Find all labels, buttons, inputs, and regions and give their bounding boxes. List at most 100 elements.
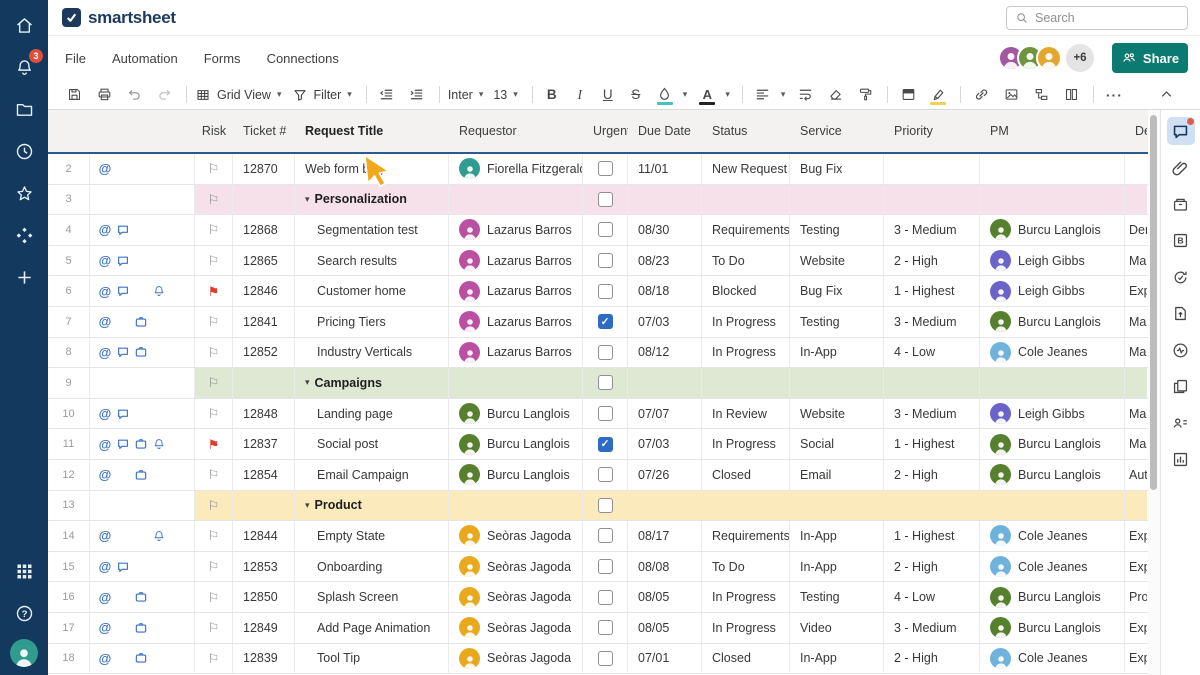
risk-cell[interactable]: ⚐ (195, 459, 233, 490)
risk-cell[interactable]: ⚐ (195, 612, 233, 643)
ticket-cell[interactable]: 12837 (233, 429, 295, 459)
italic-button[interactable]: I (569, 83, 591, 107)
flag-icon[interactable]: ⚐ (208, 529, 220, 542)
urgent-checkbox[interactable] (597, 559, 613, 575)
column-header-request-title[interactable]: Request Title (295, 124, 449, 138)
row-number-cell[interactable]: 13 (48, 490, 90, 521)
service-cell[interactable]: Bug Fix (790, 276, 884, 306)
requestor-cell[interactable]: Seòras Jagoda (449, 643, 583, 674)
service-cell[interactable]: Video (790, 612, 884, 643)
wrap-text-button[interactable] (793, 83, 817, 107)
align-button[interactable] (751, 83, 775, 107)
flag-icon[interactable]: ⚐ (208, 621, 220, 634)
activity-log-panel-button[interactable] (1167, 336, 1195, 364)
requestor-cell[interactable]: Burcu Langlois (449, 398, 583, 429)
request-title-cell[interactable]: Landing page (295, 398, 449, 429)
card-settings-button[interactable] (896, 83, 920, 107)
service-cell[interactable]: Testing (790, 582, 884, 612)
department-cell[interactable] (1125, 154, 1147, 184)
row-number-cell[interactable]: 8 (48, 337, 90, 368)
pm-cell[interactable]: Leigh Gibbs (980, 245, 1125, 276)
risk-cell[interactable]: ⚐ (195, 306, 233, 337)
attachment-icon[interactable]: @ (99, 222, 112, 237)
attachment-icon[interactable]: @ (99, 528, 112, 543)
pm-cell[interactable]: Cole Jeanes (980, 337, 1125, 368)
proof-icon[interactable] (134, 468, 148, 482)
service-cell[interactable]: Website (790, 245, 884, 276)
request-title-cell[interactable]: ▾ Personalization (295, 184, 449, 215)
row-number-cell[interactable]: 7 (48, 306, 90, 337)
request-title-cell[interactable]: Tool Tip (295, 643, 449, 674)
text-color-button[interactable]: A (695, 83, 719, 107)
attachment-icon[interactable]: @ (99, 590, 112, 605)
ticket-cell[interactable]: 12846 (233, 276, 295, 306)
due-date-cell[interactable]: 08/18 (628, 276, 702, 306)
reminder-icon[interactable] (152, 284, 166, 298)
row-number-cell[interactable]: 17 (48, 612, 90, 643)
status-cell[interactable]: New Request (702, 154, 790, 184)
collapse-caret-icon[interactable]: ▾ (305, 377, 310, 388)
column-header-status[interactable]: Status (702, 124, 790, 138)
risk-cell[interactable]: ⚐ (195, 643, 233, 674)
format-painter-button[interactable] (853, 83, 877, 107)
column-header-due-date[interactable]: Due Date (628, 124, 702, 138)
requestor-cell[interactable]: Lazarus Barros (449, 306, 583, 337)
ticket-cell[interactable] (233, 490, 295, 521)
attachment-icon[interactable]: @ (99, 406, 112, 421)
priority-cell[interactable] (884, 154, 980, 184)
comment-icon[interactable] (116, 437, 130, 451)
column-header-ticket[interactable]: Ticket # (233, 124, 295, 138)
account-avatar[interactable] (10, 639, 38, 667)
row-hierarchy-button[interactable] (1029, 83, 1053, 107)
update-requests-panel-button[interactable] (1167, 263, 1195, 291)
request-title-cell[interactable]: Pricing Tiers (295, 306, 449, 337)
ticket-cell[interactable]: 12844 (233, 521, 295, 551)
highlight-changes-button[interactable] (926, 83, 950, 107)
due-date-cell[interactable]: 07/07 (628, 398, 702, 429)
fill-color-button[interactable] (653, 83, 677, 107)
priority-cell[interactable]: 4 - Low (884, 582, 980, 612)
priority-cell[interactable]: 1 - Highest (884, 521, 980, 551)
cell-format-button[interactable] (1059, 83, 1083, 107)
urgent-checkbox[interactable] (597, 589, 613, 605)
column-header-requestor[interactable]: Requestor (449, 124, 583, 138)
service-cell[interactable]: Social (790, 429, 884, 459)
redo-button[interactable] (152, 83, 176, 107)
row-number-cell[interactable]: 3 (48, 184, 90, 215)
status-cell[interactable]: In Progress (702, 337, 790, 368)
row-number-cell[interactable]: 5 (48, 245, 90, 276)
proof-icon[interactable] (134, 315, 148, 329)
pm-cell[interactable] (980, 490, 1125, 521)
service-cell[interactable] (790, 490, 884, 521)
due-date-cell[interactable] (628, 490, 702, 521)
risk-cell[interactable]: ⚐ (195, 154, 233, 184)
menu-forms[interactable]: Forms (204, 51, 241, 66)
risk-cell[interactable]: ⚐ (195, 551, 233, 582)
risk-cell[interactable]: ⚐ (195, 245, 233, 276)
service-cell[interactable] (790, 184, 884, 215)
contacts-panel-button[interactable] (1167, 409, 1195, 437)
priority-cell[interactable]: 3 - Medium (884, 215, 980, 245)
attachment-icon[interactable]: @ (99, 345, 112, 360)
priority-cell[interactable]: 2 - High (884, 551, 980, 582)
filter-dropdown[interactable]: Filter ▾ (292, 87, 352, 103)
department-cell[interactable]: Produ (1125, 582, 1147, 612)
attachment-icon[interactable]: @ (99, 651, 112, 666)
font-size-select[interactable]: 13 ▾ (493, 88, 517, 102)
attachment-icon[interactable]: @ (99, 437, 112, 452)
request-title-cell[interactable]: Email Campaign (295, 459, 449, 490)
collaborator-stack[interactable]: +6 (998, 44, 1094, 72)
status-cell[interactable]: Requirements (702, 215, 790, 245)
department-cell[interactable]: Marke (1125, 338, 1147, 368)
request-title-cell[interactable]: Onboarding (295, 551, 449, 582)
pm-cell[interactable]: Leigh Gibbs (980, 276, 1125, 306)
collapse-caret-icon[interactable]: ▾ (305, 500, 310, 511)
request-title-cell[interactable]: ▾ Campaigns (295, 368, 449, 398)
service-cell[interactable]: In-App (790, 551, 884, 582)
risk-cell[interactable]: ⚐ (195, 184, 233, 215)
due-date-cell[interactable]: 08/12 (628, 337, 702, 368)
urgent-checkbox[interactable] (597, 344, 613, 360)
priority-cell[interactable]: 2 - High (884, 643, 980, 674)
department-cell[interactable]: Dema (1125, 215, 1147, 245)
priority-cell[interactable]: 3 - Medium (884, 306, 980, 337)
